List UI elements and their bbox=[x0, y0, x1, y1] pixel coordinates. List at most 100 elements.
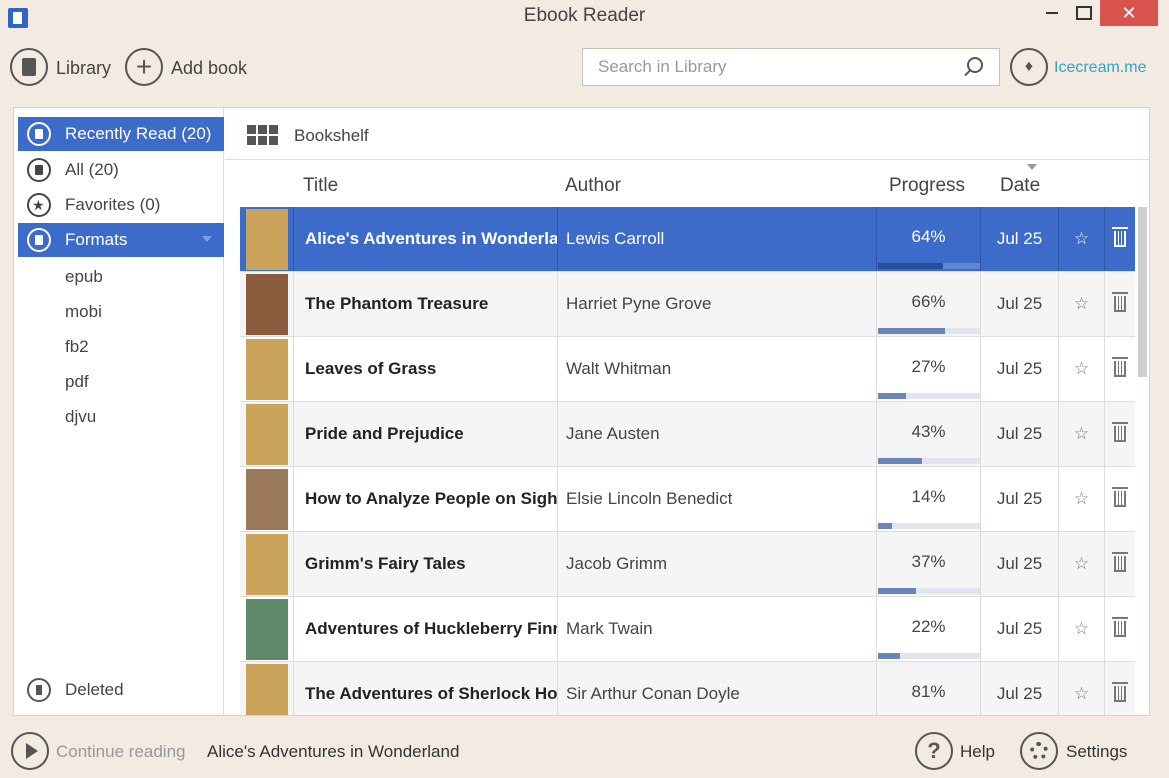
sort-down-icon bbox=[1027, 164, 1037, 170]
sidebar-item-label: Recently Read (20) bbox=[65, 124, 212, 143]
sidebar-item-label: Favorites (0) bbox=[65, 195, 161, 214]
book-cover[interactable] bbox=[246, 209, 288, 270]
chevron-down-icon bbox=[202, 236, 212, 242]
table-row[interactable]: Grimm's Fairy Tales Jacob Grimm 37% Jul 25 ☆ bbox=[240, 532, 1135, 597]
sidebar-item-deleted[interactable]: Deleted bbox=[18, 675, 124, 705]
search-input[interactable] bbox=[583, 49, 953, 85]
continue-reading-book[interactable]: Alice's Adventures in Wonderland bbox=[207, 742, 459, 762]
icecream-link[interactable]: Icecream.me bbox=[1054, 59, 1146, 77]
add-book-label[interactable]: Add book bbox=[171, 58, 247, 79]
sidebar-item-favorites[interactable]: Favorites (0) bbox=[18, 188, 224, 222]
delete-button[interactable] bbox=[1104, 662, 1135, 715]
sidebar-item-label: Formats bbox=[65, 230, 128, 249]
delete-button[interactable] bbox=[1104, 597, 1135, 661]
help-icon[interactable]: ? bbox=[915, 732, 953, 770]
trash-icon bbox=[1112, 422, 1128, 442]
settings-button[interactable] bbox=[1020, 732, 1058, 770]
sidebar-item-all[interactable]: All (20) bbox=[18, 153, 224, 187]
search-box bbox=[582, 48, 1000, 86]
book-date: Jul 25 bbox=[980, 467, 1058, 531]
format-djvu[interactable]: djvu bbox=[65, 407, 96, 427]
play-icon[interactable] bbox=[11, 732, 49, 770]
favorite-star-icon[interactable]: ☆ bbox=[1058, 337, 1104, 401]
book-date: Jul 25 bbox=[980, 207, 1058, 271]
library-label[interactable]: Library bbox=[56, 58, 111, 79]
column-date[interactable]: Date bbox=[1000, 175, 1040, 197]
format-mobi[interactable]: mobi bbox=[65, 302, 102, 322]
progress-bar bbox=[878, 458, 980, 464]
book-author: Elsie Lincoln Benedict bbox=[557, 467, 876, 531]
progress-text: 37% bbox=[911, 552, 946, 571]
progress-text: 14% bbox=[911, 487, 946, 506]
sidebar-item-formats[interactable]: Formats bbox=[18, 223, 224, 257]
continue-reading-label[interactable]: Continue reading bbox=[56, 742, 185, 762]
column-title[interactable]: Title bbox=[303, 175, 338, 197]
help-label[interactable]: Help bbox=[960, 742, 995, 762]
delete-button[interactable] bbox=[1104, 467, 1135, 531]
bookshelf-label[interactable]: Bookshelf bbox=[294, 126, 369, 146]
sidebar: Recently Read (20) All (20) Favorites (0… bbox=[14, 108, 224, 715]
table-row[interactable]: Leaves of Grass Walt Whitman 27% Jul 25 ☆ bbox=[240, 337, 1135, 402]
book-title: Pride and Prejudice bbox=[293, 402, 557, 466]
delete-button[interactable] bbox=[1104, 337, 1135, 401]
favorite-star-icon[interactable]: ☆ bbox=[1058, 532, 1104, 596]
add-book-button[interactable]: + bbox=[125, 48, 163, 86]
progress-bar bbox=[878, 393, 980, 399]
sidebar-item-recently-read[interactable]: Recently Read (20) bbox=[18, 117, 224, 151]
book-cover[interactable] bbox=[246, 599, 288, 660]
column-author[interactable]: Author bbox=[565, 175, 621, 197]
table-row[interactable]: How to Analyze People on Sight Elsie Linc… bbox=[240, 467, 1135, 532]
book-title: How to Analyze People on Sight bbox=[293, 467, 557, 531]
table-row[interactable]: The Adventures of Sherlock HolmesSir Art… bbox=[240, 662, 1135, 715]
book-author: Jane Austen bbox=[557, 402, 876, 466]
book-title: Grimm's Fairy Tales bbox=[293, 532, 557, 596]
book-author: Sir Arthur Conan Doyle bbox=[557, 662, 876, 715]
progress-fill bbox=[878, 458, 922, 464]
format-epub[interactable]: epub bbox=[65, 267, 103, 287]
icecream-logo-icon[interactable]: ♦ bbox=[1010, 48, 1048, 86]
book-progress: 43% bbox=[876, 402, 980, 466]
book-date: Jul 25 bbox=[980, 337, 1058, 401]
column-progress[interactable]: Progress bbox=[889, 175, 965, 197]
progress-fill bbox=[878, 328, 946, 334]
settings-label[interactable]: Settings bbox=[1066, 742, 1127, 762]
format-pdf[interactable]: pdf bbox=[65, 372, 89, 392]
minimize-button[interactable] bbox=[1036, 0, 1068, 26]
favorite-star-icon[interactable]: ☆ bbox=[1058, 597, 1104, 661]
table-row[interactable]: Pride and Prejudice Jane Austen 43% Jul 25 ☆ bbox=[240, 402, 1135, 467]
book-cover[interactable] bbox=[246, 664, 288, 715]
book-progress: 27% bbox=[876, 337, 980, 401]
scrollbar[interactable] bbox=[1138, 207, 1147, 377]
format-fb2[interactable]: fb2 bbox=[65, 337, 89, 357]
sidebar-item-label: Deleted bbox=[65, 680, 124, 699]
book-cover[interactable] bbox=[246, 534, 288, 595]
delete-button[interactable] bbox=[1104, 272, 1135, 336]
book-cover[interactable] bbox=[246, 274, 288, 335]
progress-bar bbox=[878, 588, 980, 594]
maximize-button[interactable] bbox=[1068, 0, 1100, 26]
grid-view-icon[interactable] bbox=[247, 125, 279, 145]
favorite-star-icon[interactable]: ☆ bbox=[1058, 272, 1104, 336]
favorite-star-icon[interactable]: ☆ bbox=[1058, 467, 1104, 531]
trash-icon bbox=[1112, 682, 1128, 702]
table-row[interactable]: Alice's Adventures in Wonderland Lewis Ca… bbox=[240, 207, 1135, 272]
table-row[interactable]: The Phantom Treasure Harriet Pyne Grove 66… bbox=[240, 272, 1135, 337]
close-button[interactable]: ✕ bbox=[1100, 0, 1158, 26]
search-icon[interactable] bbox=[967, 57, 983, 73]
favorite-star-icon[interactable]: ☆ bbox=[1058, 207, 1104, 271]
progress-bar bbox=[878, 263, 980, 269]
book-title: Adventures of Huckleberry Finn bbox=[293, 597, 557, 661]
delete-button[interactable] bbox=[1104, 532, 1135, 596]
favorite-star-icon[interactable]: ☆ bbox=[1058, 402, 1104, 466]
progress-text: 66% bbox=[911, 292, 946, 311]
progress-text: 22% bbox=[911, 617, 946, 636]
delete-button[interactable] bbox=[1104, 207, 1135, 271]
library-button[interactable] bbox=[10, 48, 48, 86]
favorite-star-icon[interactable]: ☆ bbox=[1058, 662, 1104, 715]
recent-icon bbox=[27, 122, 51, 146]
book-cover[interactable] bbox=[246, 339, 288, 400]
delete-button[interactable] bbox=[1104, 402, 1135, 466]
book-cover[interactable] bbox=[246, 404, 288, 465]
table-row[interactable]: Adventures of Huckleberry Finn Mark Twain… bbox=[240, 597, 1135, 662]
book-cover[interactable] bbox=[246, 469, 288, 530]
